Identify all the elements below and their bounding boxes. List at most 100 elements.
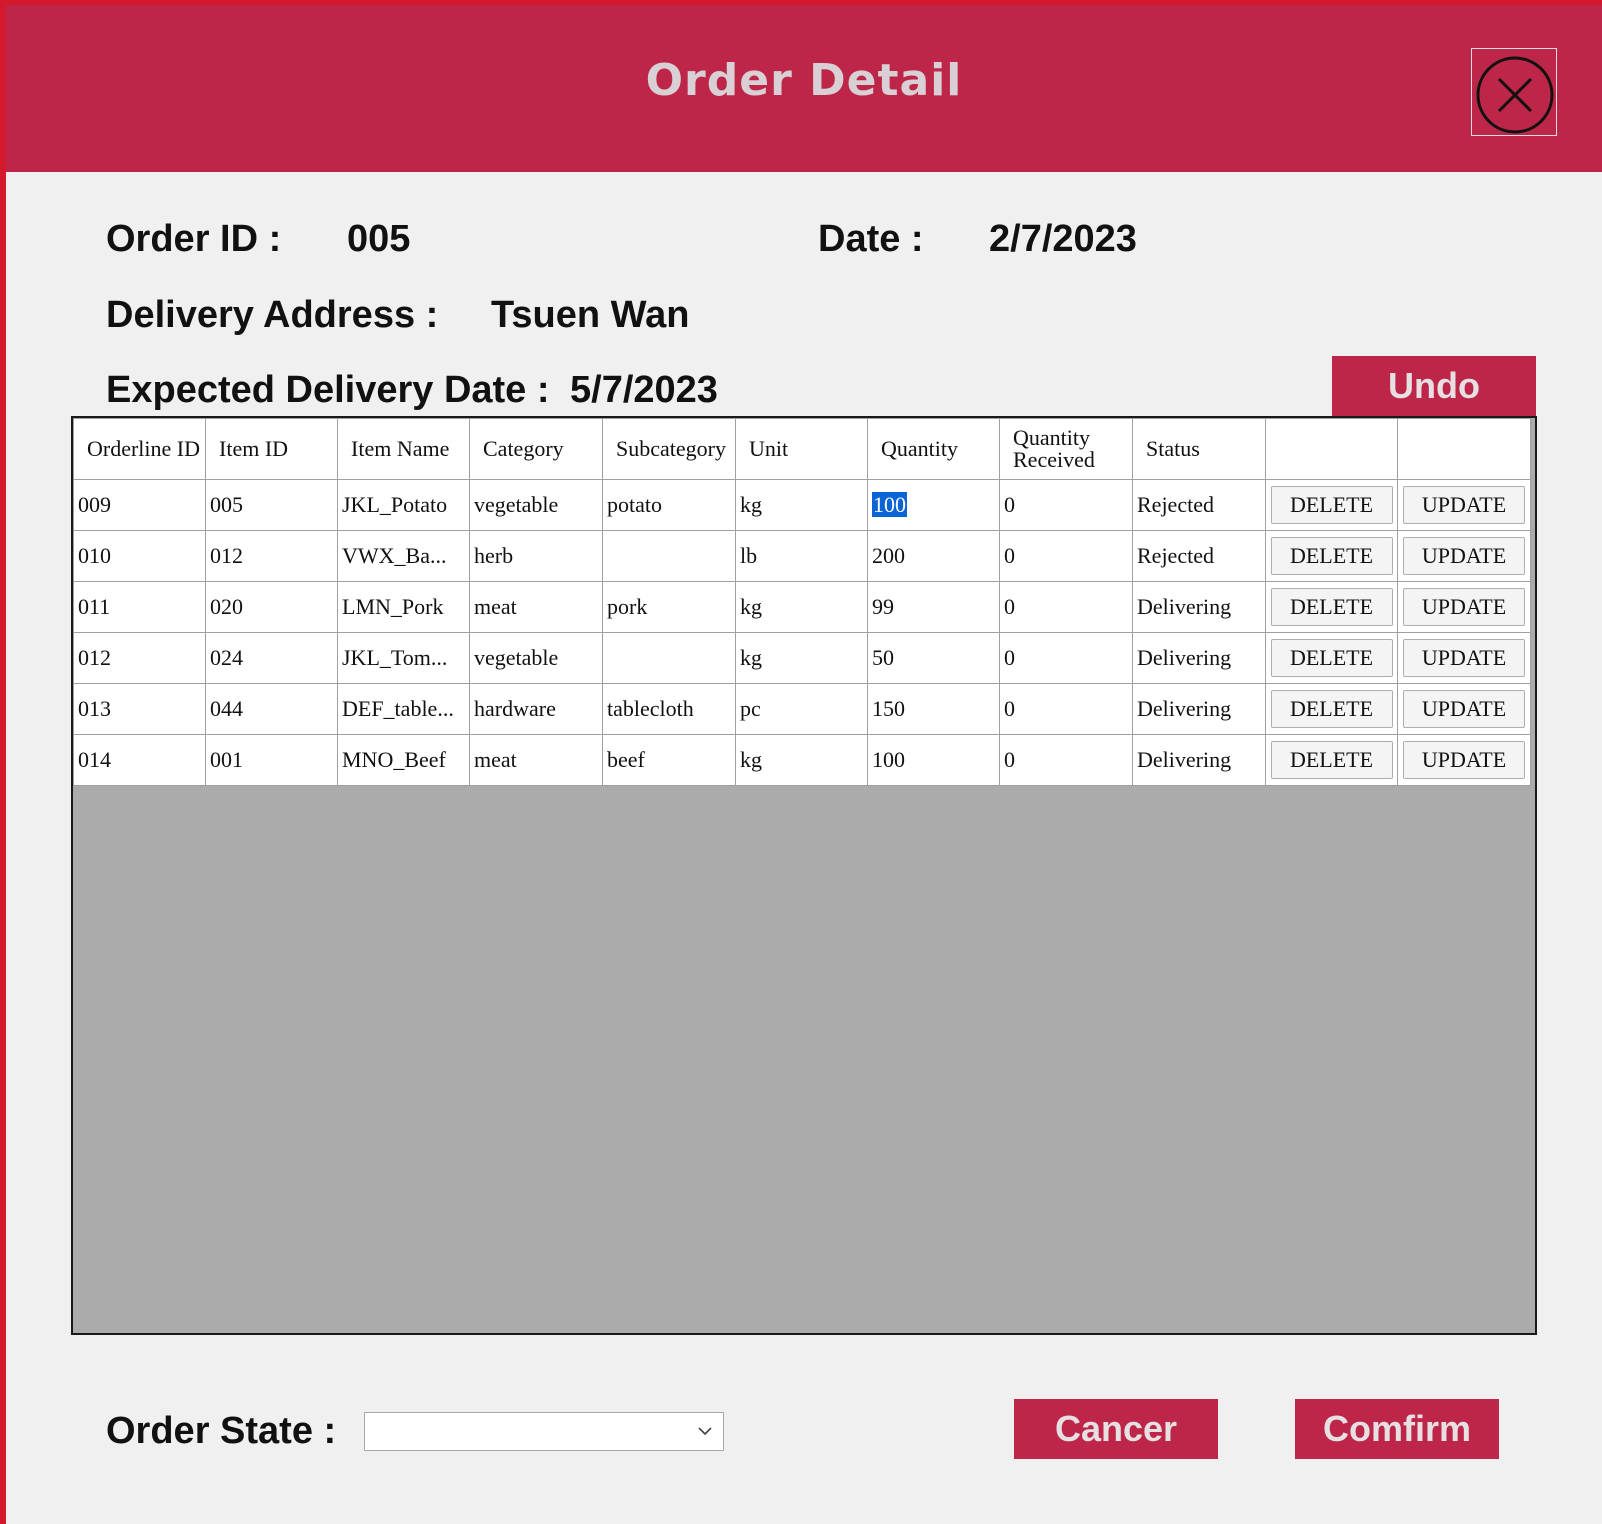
grid-cell[interactable]: DEF_table... [337, 683, 470, 735]
update-row-button[interactable]: UPDATE [1403, 537, 1525, 575]
grid-cell[interactable]: 50 [867, 632, 1000, 684]
page-title: Order Detail [645, 55, 963, 106]
grid-column-header[interactable]: Quantity [867, 418, 1000, 480]
update-row-button[interactable]: UPDATE [1403, 588, 1525, 626]
table-row[interactable]: 011 020 LMN_Pork meat pork kg 99 0 Delivering DEL… [73, 581, 1531, 633]
grid-cell[interactable]: meat [469, 734, 603, 786]
update-row-button[interactable]: UPDATE [1403, 690, 1525, 728]
grid-cell[interactable]: kg [735, 734, 868, 786]
grid-column-header[interactable]: Category [469, 418, 603, 480]
grid-cell[interactable]: 0 [999, 479, 1133, 531]
table-row[interactable]: 010 012 VWX_Ba... herb lb 200 0 Rejected DELETE U… [73, 530, 1531, 582]
grid-cell[interactable]: kg [735, 632, 868, 684]
grid-cell[interactable]: pc [735, 683, 868, 735]
quantity-input-selected[interactable]: 100 [872, 492, 907, 517]
table-row[interactable]: 009 005 JKL_Potato vegetable potato kg 100 0 Rej… [73, 479, 1531, 531]
grid-cell[interactable]: Delivering [1132, 734, 1266, 786]
grid-cell[interactable]: lb [735, 530, 868, 582]
grid-cell[interactable]: vegetable [469, 479, 603, 531]
grid-column-header[interactable]: Quantity Received [999, 418, 1133, 480]
grid-cell[interactable]: 0 [999, 632, 1133, 684]
close-button[interactable] [1471, 48, 1557, 136]
grid-cell[interactable]: 010 [73, 530, 206, 582]
grid-button-cell: DELETE [1265, 683, 1398, 735]
grid-cell[interactable]: pork [602, 581, 736, 633]
grid-cell[interactable]: LMN_Pork [337, 581, 470, 633]
grid-cell[interactable]: 0 [999, 581, 1133, 633]
delete-row-button[interactable]: DELETE [1270, 690, 1393, 728]
grid-cell[interactable]: JKL_Tom... [337, 632, 470, 684]
grid-cell[interactable]: vegetable [469, 632, 603, 684]
grid-cell[interactable]: MNO_Beef [337, 734, 470, 786]
grid-cell[interactable]: kg [735, 479, 868, 531]
grid-cell[interactable]: 200 [867, 530, 1000, 582]
grid-cell[interactable]: 020 [205, 581, 338, 633]
grid-cell[interactable]: Delivering [1132, 632, 1266, 684]
order-id-value: 005 [347, 218, 411, 260]
grid-cell[interactable]: 011 [73, 581, 206, 633]
grid-cell[interactable]: hardware [469, 683, 603, 735]
date-value: 2/7/2023 [989, 218, 1137, 260]
grid-column-header[interactable]: Item Name [337, 418, 470, 480]
grid-cell[interactable]: 0 [999, 734, 1133, 786]
undo-button[interactable]: Undo [1332, 356, 1536, 416]
table-row[interactable]: 012 024 JKL_Tom... vegetable kg 50 0 Delivering… [73, 632, 1531, 684]
grid-cell[interactable]: 005 [205, 479, 338, 531]
delete-row-button[interactable]: DELETE [1270, 588, 1393, 626]
grid-cell[interactable]: herb [469, 530, 603, 582]
grid-column-header[interactable]: Item ID [205, 418, 338, 480]
table-row[interactable]: 013 044 DEF_table... hardware tablecloth pc 15… [73, 683, 1531, 735]
grid-column-header[interactable]: Subcategory [602, 418, 736, 480]
grid-cell[interactable]: 100 [867, 734, 1000, 786]
grid-cell[interactable]: Rejected [1132, 479, 1266, 531]
grid-column-header[interactable] [1265, 418, 1398, 480]
cancel-button[interactable]: Cancer [1014, 1399, 1218, 1459]
orderline-grid[interactable]: Orderline ID Item ID Item Name Category Subc… [71, 416, 1537, 1335]
order-state-select[interactable] [364, 1412, 724, 1451]
update-row-button[interactable]: UPDATE [1403, 639, 1525, 677]
confirm-button[interactable]: Comfirm [1295, 1399, 1499, 1459]
update-row-button[interactable]: UPDATE [1403, 741, 1525, 779]
grid-cell[interactable]: Delivering [1132, 683, 1266, 735]
grid-cell[interactable]: 0 [999, 683, 1133, 735]
delivery-address-label: Delivery Address : [106, 294, 439, 336]
update-row-button[interactable]: UPDATE [1403, 486, 1525, 524]
grid-cell[interactable]: 100 [867, 479, 1000, 531]
grid-cell[interactable]: JKL_Potato [337, 479, 470, 531]
grid-cell[interactable] [602, 632, 736, 684]
grid-cell[interactable]: beef [602, 734, 736, 786]
grid-cell[interactable]: 99 [867, 581, 1000, 633]
grid-column-header[interactable]: Orderline ID [73, 418, 206, 480]
grid-button-cell: UPDATE [1397, 581, 1531, 633]
delete-row-button[interactable]: DELETE [1270, 639, 1393, 677]
grid-cell[interactable]: 044 [205, 683, 338, 735]
order-state-label: Order State : [106, 1410, 337, 1452]
grid-column-header[interactable] [1397, 418, 1531, 480]
grid-cell[interactable]: 0 [999, 530, 1133, 582]
grid-cell[interactable]: Delivering [1132, 581, 1266, 633]
grid-cell[interactable]: 009 [73, 479, 206, 531]
grid-cell[interactable]: 150 [867, 683, 1000, 735]
grid-cell[interactable]: potato [602, 479, 736, 531]
grid-cell[interactable]: tablecloth [602, 683, 736, 735]
delete-row-button[interactable]: DELETE [1270, 741, 1393, 779]
grid-cell[interactable]: meat [469, 581, 603, 633]
grid-cell[interactable]: 001 [205, 734, 338, 786]
grid-cell[interactable]: VWX_Ba... [337, 530, 470, 582]
grid-button-cell: UPDATE [1397, 530, 1531, 582]
grid-column-header[interactable]: Unit [735, 418, 868, 480]
grid-cell[interactable]: Rejected [1132, 530, 1266, 582]
grid-cell[interactable]: 024 [205, 632, 338, 684]
grid-cell[interactable]: 013 [73, 683, 206, 735]
delete-row-button[interactable]: DELETE [1270, 537, 1393, 575]
table-row[interactable]: 014 001 MNO_Beef meat beef kg 100 0 Delivering DE… [73, 734, 1531, 786]
grid-cell[interactable]: kg [735, 581, 868, 633]
grid-cell[interactable]: 012 [205, 530, 338, 582]
grid-cell[interactable]: 014 [73, 734, 206, 786]
chevron-down-icon [698, 1427, 712, 1436]
grid-cell[interactable]: 012 [73, 632, 206, 684]
grid-cell[interactable] [602, 530, 736, 582]
delete-row-button[interactable]: DELETE [1270, 486, 1393, 524]
close-icon [1476, 56, 1554, 134]
grid-column-header[interactable]: Status [1132, 418, 1266, 480]
